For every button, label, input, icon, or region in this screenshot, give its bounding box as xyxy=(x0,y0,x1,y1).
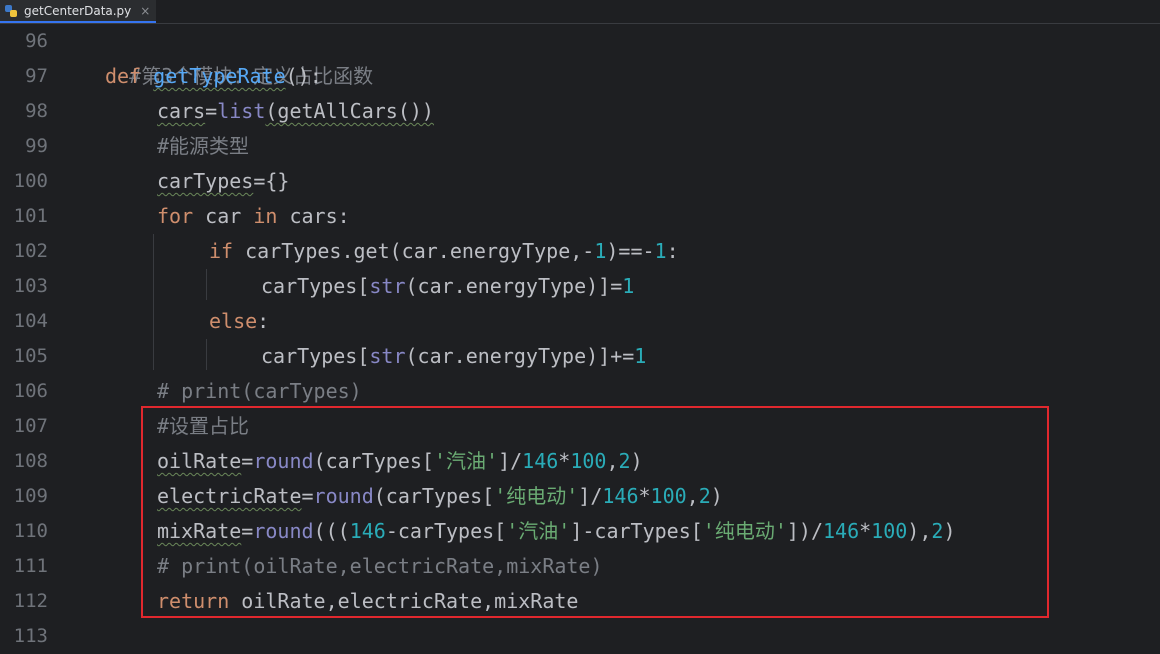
number: 1 xyxy=(634,344,647,368)
code-text: (car.energyType)]+= xyxy=(405,344,635,368)
code-text: (): xyxy=(285,64,322,88)
code-text: (car.energyType)]= xyxy=(405,274,623,298)
code-line-99: #能源类型 xyxy=(157,129,249,164)
code-text: carTypes[ xyxy=(261,274,370,298)
line-number: 98 xyxy=(25,100,48,122)
line-number: 104 xyxy=(13,310,48,332)
line-number: 107 xyxy=(13,415,48,437)
line-number: 100 xyxy=(13,170,48,192)
code-line-104: else: xyxy=(209,304,269,339)
code-line-103: carTypes[str(car.energyType)]=1 xyxy=(261,269,634,304)
builtin: list xyxy=(217,99,266,123)
code-line-102: if carTypes.get(car.energyType,-1)==-1: xyxy=(209,234,679,269)
line-number: 109 xyxy=(13,485,48,507)
code-text: : xyxy=(257,309,270,333)
close-tab-icon[interactable]: × xyxy=(140,4,150,18)
function-name: getTypeRate xyxy=(153,64,286,88)
code-line-98: cars=list(getAllCars()) xyxy=(157,94,434,129)
line-number: 97 xyxy=(25,65,48,87)
code-text: carTypes[ xyxy=(261,344,370,368)
file-tab[interactable]: getCenterData.py × xyxy=(0,0,156,23)
line-number: 102 xyxy=(13,240,48,262)
code-text: carTypes.get(car.energyType,- xyxy=(233,239,595,263)
indent-guide xyxy=(206,339,207,370)
line-number: 106 xyxy=(13,380,48,402)
comment: #能源类型 xyxy=(157,134,250,158)
line-number: 99 xyxy=(25,135,48,157)
code-line-106: # print(carTypes) xyxy=(157,374,362,409)
line-number: 112 xyxy=(13,590,48,612)
indent-guide xyxy=(153,234,154,370)
variable: cars xyxy=(157,99,206,123)
comment: # print(carTypes) xyxy=(157,379,362,403)
variable: carTypes xyxy=(157,169,254,193)
line-number: 105 xyxy=(13,345,48,367)
line-number: 101 xyxy=(13,205,48,227)
highlight-box xyxy=(141,406,1049,618)
line-number: 110 xyxy=(13,520,48,542)
code-text: )==- xyxy=(606,239,655,263)
code-text: ={} xyxy=(253,169,290,193)
code-text: car xyxy=(193,204,254,228)
line-number: 103 xyxy=(13,275,48,297)
keyword-if: if xyxy=(209,239,234,263)
code-text: : xyxy=(666,239,679,263)
indent-guide xyxy=(206,269,207,300)
line-number: 108 xyxy=(13,450,48,472)
builtin: str xyxy=(369,344,406,368)
keyword-def: def xyxy=(105,64,142,88)
line-number: 96 xyxy=(25,30,48,52)
line-number: 113 xyxy=(13,625,48,647)
code-text: = xyxy=(205,99,218,123)
code-text: (getAllCars()) xyxy=(265,99,434,123)
python-file-icon xyxy=(5,4,17,17)
code-line-96: #第3个模块：定义占比函数 xyxy=(105,24,373,88)
builtin: str xyxy=(369,274,406,298)
number: 1 xyxy=(654,239,667,263)
line-number-gutter: 96 97 98 99 100 101 102 103 104 105 106 … xyxy=(0,24,66,647)
file-tab-label: getCenterData.py xyxy=(24,3,132,18)
line-number: 111 xyxy=(13,555,48,577)
number: 1 xyxy=(594,239,607,263)
number: 1 xyxy=(622,274,635,298)
keyword-in: in xyxy=(253,204,278,228)
editor-tab-bar: getCenterData.py × xyxy=(0,0,1160,24)
code-line-101: for car in cars: xyxy=(157,199,350,234)
code-line-100: carTypes={} xyxy=(157,164,289,199)
keyword-else: else xyxy=(209,309,258,333)
code-line-97: def getTypeRate(): xyxy=(105,59,322,94)
code-text: cars: xyxy=(277,204,350,228)
keyword-for: for xyxy=(157,204,194,228)
code-line-105: carTypes[str(car.energyType)]+=1 xyxy=(261,339,646,374)
